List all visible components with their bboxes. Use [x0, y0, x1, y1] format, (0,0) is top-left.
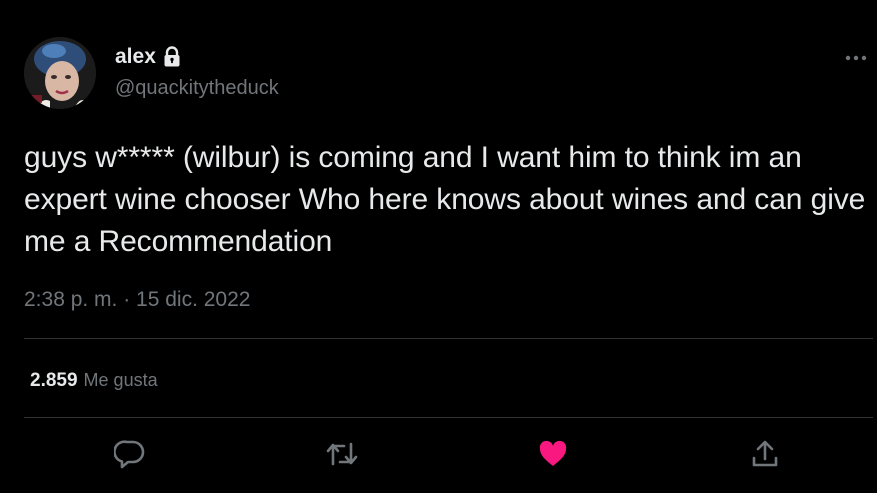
- divider: [24, 338, 873, 339]
- tweet-detail: alex @quackitytheduck guys w***** (wilbu…: [0, 0, 877, 493]
- heart-icon[interactable]: [536, 437, 570, 471]
- tweet-timestamp[interactable]: 2:38 p. m. · 15 dic. 2022: [24, 286, 250, 314]
- author-name-row: alex: [115, 45, 182, 69]
- author-handle[interactable]: @quackitytheduck: [115, 76, 279, 100]
- likes-count: 2.859: [30, 370, 78, 391]
- avatar-image: [24, 37, 96, 109]
- author-display-name[interactable]: alex: [115, 45, 156, 69]
- likes-stat[interactable]: 2.859 Me gusta: [30, 368, 158, 393]
- tweet-text: guys w***** (wilbur) is coming and I wan…: [24, 141, 866, 258]
- divider: [24, 417, 873, 418]
- more-icon[interactable]: [843, 48, 869, 68]
- lock-icon: [162, 46, 182, 68]
- share-icon[interactable]: [748, 437, 782, 471]
- likes-label: Me gusta: [83, 370, 158, 390]
- avatar[interactable]: [24, 37, 96, 109]
- retweet-icon[interactable]: [325, 437, 359, 471]
- reply-icon[interactable]: [113, 437, 147, 471]
